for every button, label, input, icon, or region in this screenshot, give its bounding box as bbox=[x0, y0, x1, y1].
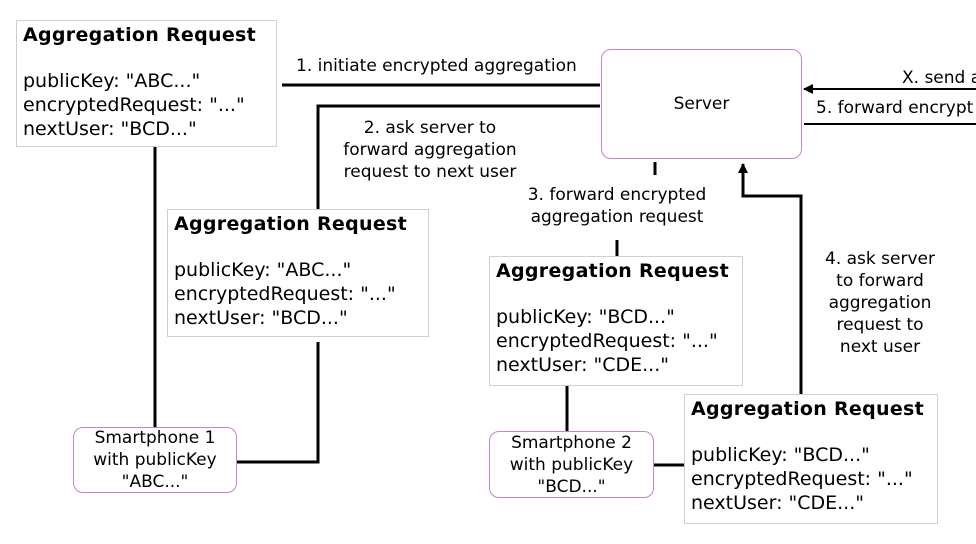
step4-label: 4. ask server to forward aggregation req… bbox=[825, 249, 935, 357]
step1-label: 1. initiate encrypted aggregation bbox=[296, 56, 577, 76]
box-title: Aggregation Request bbox=[23, 24, 256, 46]
next-user: nextUser: "BCD..." bbox=[174, 307, 348, 329]
server-label: Server bbox=[673, 94, 730, 114]
smartphone-2-key: "BCD..." bbox=[537, 476, 606, 497]
server-node: Server bbox=[601, 49, 802, 159]
smartphone-2-with: with publicKey bbox=[509, 454, 634, 475]
smartphone-1-with: with publicKey bbox=[93, 450, 217, 470]
smartphone-2-name: Smartphone 2 bbox=[511, 432, 632, 453]
box-title: Aggregation Request bbox=[496, 260, 729, 282]
encrypted-request: encryptedRequest: "..." bbox=[691, 468, 913, 490]
next-user: nextUser: "CDE..." bbox=[496, 354, 670, 376]
public-key: publicKey: "ABC..." bbox=[174, 259, 352, 281]
step2-label: 2. ask server to forward aggregation req… bbox=[343, 118, 517, 182]
line-step4 bbox=[738, 163, 803, 394]
encrypted-request: encryptedRequest: "..." bbox=[174, 283, 396, 305]
aggregation-request-box-4: Aggregation Request publicKey: "BCD..." … bbox=[684, 394, 938, 524]
public-key: publicKey: "BCD..." bbox=[691, 444, 870, 466]
smartphone-1-node: Smartphone 1 with publicKey "ABC..." bbox=[73, 427, 237, 493]
next-user: nextUser: "CDE..." bbox=[691, 492, 865, 514]
step3-label: 3. forward encrypted aggregation request bbox=[522, 184, 712, 228]
step5-label: 5. forward encrypt bbox=[816, 98, 974, 118]
box-title: Aggregation Request bbox=[174, 213, 407, 235]
line-step2 bbox=[237, 342, 320, 464]
smartphone-1-key: "ABC..." bbox=[121, 472, 189, 492]
aggregation-request-box-1: Aggregation Request publicKey: "ABC..." … bbox=[16, 20, 277, 147]
smartphone-2-node: Smartphone 2 with publicKey "BCD..." bbox=[489, 431, 654, 498]
encrypted-request: encryptedRequest: "..." bbox=[23, 94, 245, 116]
aggregation-request-box-2: Aggregation Request publicKey: "ABC..." … bbox=[167, 209, 429, 337]
aggregation-request-box-3: Aggregation Request publicKey: "BCD..." … bbox=[489, 256, 743, 386]
next-user: nextUser: "BCD..." bbox=[23, 118, 197, 140]
public-key: publicKey: "ABC..." bbox=[23, 70, 201, 92]
stepX-label: X. send a bbox=[902, 68, 976, 88]
encrypted-request: encryptedRequest: "..." bbox=[496, 330, 718, 352]
public-key: publicKey: "BCD..." bbox=[496, 306, 675, 328]
box-title: Aggregation Request bbox=[691, 398, 924, 420]
smartphone-1-name: Smartphone 1 bbox=[94, 428, 216, 448]
